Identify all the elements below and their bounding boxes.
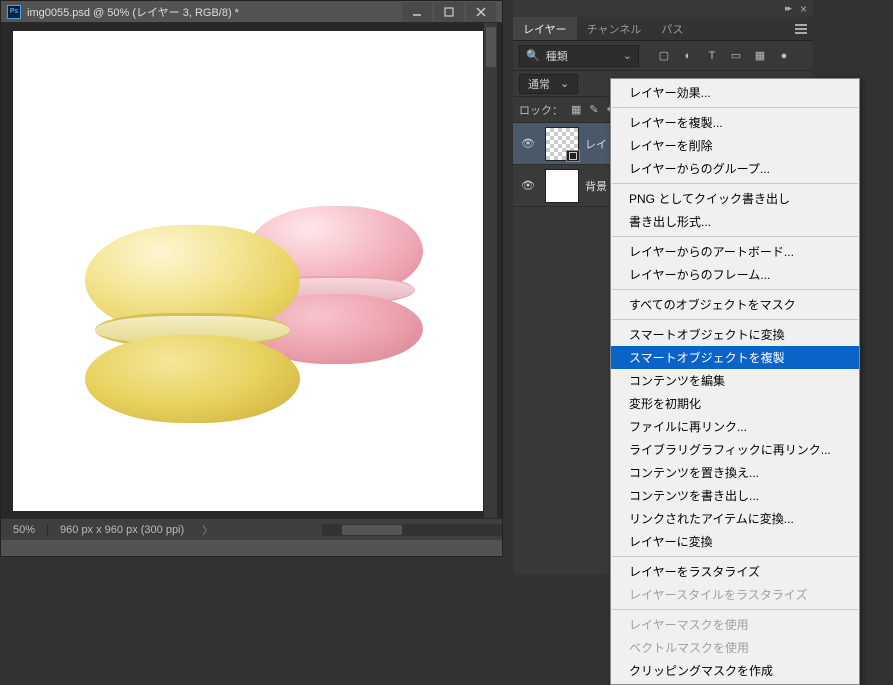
chevron-down-icon: ⌄ (623, 49, 632, 62)
menu-item[interactable]: レイヤーからのフレーム... (611, 263, 859, 286)
menu-item: レイヤースタイルをラスタライズ (611, 583, 859, 606)
menu-item[interactable]: ライブラリグラフィックに再リンク... (611, 438, 859, 461)
layer-name[interactable]: 背景 (585, 178, 607, 194)
menu-item[interactable]: すべてのオブジェクトをマスク (611, 293, 859, 316)
menu-separator (612, 107, 858, 108)
blend-mode-value: 通常 (528, 76, 550, 92)
menu-item[interactable]: スマートオブジェクトに変換 (611, 323, 859, 346)
lock-label: ロック： (519, 102, 563, 118)
panel-collapse-strip: ▸▸ × (513, 0, 813, 17)
smart-object-badge-icon (566, 150, 580, 162)
menu-item[interactable]: 書き出し形式... (611, 210, 859, 233)
document-vertical-scrollbar[interactable] (483, 23, 497, 518)
menu-separator (612, 183, 858, 184)
menu-separator (612, 289, 858, 290)
filter-type-select[interactable]: 🔍 種類 ⌄ (519, 45, 639, 67)
filter-text-icon[interactable]: T (705, 50, 719, 62)
maximize-button[interactable] (434, 2, 464, 22)
close-button[interactable] (466, 2, 496, 22)
panel-close-icon[interactable]: × (800, 2, 807, 16)
tab-layers[interactable]: レイヤー (513, 17, 577, 40)
menu-item[interactable]: コンテンツを書き出し... (611, 484, 859, 507)
document-title: img0055.psd @ 50% (レイヤー 3, RGB/8) * (27, 4, 402, 20)
menu-item[interactable]: クリッピングマスクを作成 (611, 659, 859, 682)
filter-icons: ▢ ◐ T ▭ ▦ ● (657, 49, 791, 62)
menu-item[interactable]: コンテンツを置き換え... (611, 461, 859, 484)
menu-separator (612, 556, 858, 557)
document-horizontal-scrollbar[interactable] (322, 524, 502, 536)
menu-item[interactable]: レイヤーを削除 (611, 134, 859, 157)
menu-item[interactable]: レイヤーからのアートボード... (611, 240, 859, 263)
menu-item[interactable]: リンクされたアイテムに変換... (611, 507, 859, 530)
document-titlebar[interactable]: Ps img0055.psd @ 50% (レイヤー 3, RGB/8) * (1, 1, 502, 23)
canvas[interactable] (13, 31, 483, 511)
filter-pixel-icon[interactable]: ▢ (657, 49, 671, 62)
filter-toggle-icon[interactable]: ● (777, 50, 791, 62)
filter-smart-icon[interactable]: ▦ (753, 49, 767, 62)
menu-item[interactable]: レイヤーからのグループ... (611, 157, 859, 180)
photoshop-icon: Ps (7, 5, 21, 19)
tab-paths[interactable]: パス (651, 17, 693, 40)
window-controls (402, 2, 496, 22)
document-statusbar: 50% 960 px x 960 px (300 ppi) 〉 (1, 518, 502, 540)
menu-item[interactable]: スマートオブジェクトを複製 (611, 346, 859, 369)
menu-item[interactable]: ファイルに再リンク... (611, 415, 859, 438)
search-icon: 🔍 (526, 49, 540, 62)
canvas-area[interactable] (1, 23, 502, 518)
menu-item[interactable]: PNG としてクイック書き出し (611, 187, 859, 210)
filter-shape-icon[interactable]: ▭ (729, 49, 743, 62)
layer-name[interactable]: レイ (585, 136, 607, 152)
menu-separator (612, 236, 858, 237)
chevron-down-icon: ⌄ (560, 77, 569, 90)
menu-separator (612, 319, 858, 320)
layer-filter-row: 🔍 種類 ⌄ ▢ ◐ T ▭ ▦ ● (513, 41, 813, 71)
menu-item[interactable]: レイヤーを複製... (611, 111, 859, 134)
filter-type-label: 種類 (546, 48, 568, 64)
menu-item[interactable]: レイヤーに変換 (611, 530, 859, 553)
menu-item[interactable]: レイヤーをラスタライズ (611, 560, 859, 583)
minimize-button[interactable] (402, 2, 432, 22)
panel-menu-icon[interactable] (789, 17, 813, 40)
menu-separator (612, 609, 858, 610)
blend-mode-select[interactable]: 通常 ⌄ (519, 74, 578, 94)
zoom-level[interactable]: 50% (1, 524, 47, 536)
menu-item: レイヤーマスクを使用 (611, 613, 859, 636)
layer-context-menu[interactable]: レイヤー効果... レイヤーを複製...レイヤーを削除レイヤーからのグループ...… (610, 78, 860, 685)
filter-adjust-icon[interactable]: ◐ (681, 50, 695, 62)
collapse-chevrons-icon[interactable]: ▸▸ (785, 3, 790, 14)
menu-item[interactable]: レイヤー効果... (611, 81, 859, 104)
lock-brush-icon[interactable]: ✎ (589, 103, 598, 116)
visibility-toggle-icon[interactable]: 👁 (517, 179, 539, 192)
visibility-toggle-icon[interactable]: 👁 (517, 137, 539, 150)
panel-tabs: レイヤー チャンネル パス (513, 17, 813, 41)
menu-item: ベクトルマスクを使用 (611, 636, 859, 659)
document-dimensions: 960 px x 960 px (300 ppi) (47, 524, 196, 536)
layer-thumbnail[interactable] (545, 169, 579, 203)
menu-item[interactable]: 変形を初期化 (611, 392, 859, 415)
document-window: Ps img0055.psd @ 50% (レイヤー 3, RGB/8) * (0, 0, 503, 557)
tab-channels[interactable]: チャンネル (577, 17, 652, 40)
status-chevron-icon[interactable]: 〉 (196, 522, 219, 538)
menu-item[interactable]: コンテンツを編集 (611, 369, 859, 392)
lock-pixels-icon[interactable]: ▦ (571, 103, 581, 116)
layer-thumbnail[interactable] (545, 127, 579, 161)
macaron-yellow (85, 225, 300, 420)
